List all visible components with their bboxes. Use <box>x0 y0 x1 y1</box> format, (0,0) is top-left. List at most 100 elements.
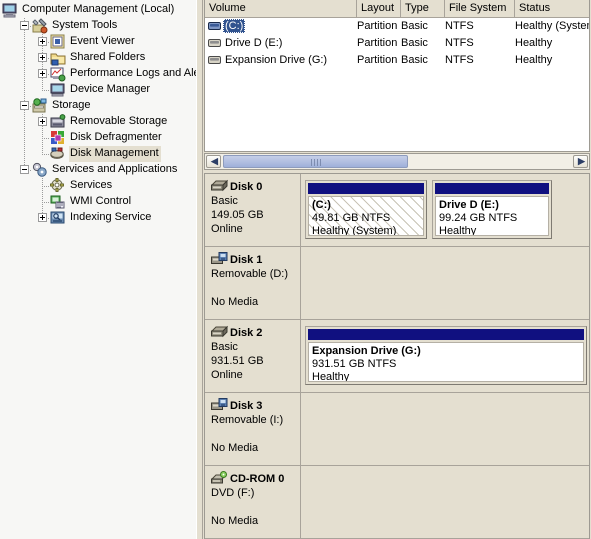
column-header-type[interactable]: Type <box>401 0 445 17</box>
disk-info[interactable]: Disk 1 Removable (D:) No Media <box>205 247 301 319</box>
disk-row[interactable]: CD-ROM 0 DVD (F:) No Media <box>205 466 589 539</box>
disk-title: CD-ROM 0 <box>211 471 300 486</box>
partition-body: (C:) 49.81 GB NTFS Healthy (System) <box>308 196 424 236</box>
disk-partition-area[interactable]: (C:) 49.81 GB NTFS Healthy (System) Drive D… <box>302 174 589 246</box>
tree-item-event-viewer[interactable]: Event Viewer <box>0 34 196 50</box>
tree-item-shared-folders[interactable]: Shared Folders <box>0 50 196 66</box>
disk-info[interactable]: Disk 2 Basic 931.51 GB Online <box>205 320 301 392</box>
partition-label: Expansion Drive (G:) <box>312 345 421 357</box>
disk-row[interactable]: Disk 1 Removable (D:) No Media <box>205 247 589 320</box>
partition-color-bar <box>308 329 584 340</box>
disk-line3: Online <box>211 223 243 235</box>
column-header-layout[interactable]: Layout <box>357 0 401 17</box>
disk-line3: Online <box>211 369 243 381</box>
chevron-left-icon: ◀ <box>211 156 218 166</box>
partition-block[interactable]: Drive D (E:) 99.24 GB NTFS Healthy <box>432 180 552 239</box>
partition-label: Drive D (E:) <box>439 199 499 211</box>
services-apps-icon <box>32 162 48 178</box>
disk-title: Disk 2 <box>211 325 300 340</box>
volume-list[interactable]: Volume Layout Type File System Status (C:) Pa… <box>204 0 590 152</box>
disk-name: CD-ROM 0 <box>230 473 285 485</box>
tree-expander-minus[interactable] <box>20 101 29 110</box>
partition-block[interactable]: (C:) 49.81 GB NTFS Healthy (System) <box>305 180 427 239</box>
tree-item-system-tools[interactable]: System Tools <box>0 18 196 34</box>
scroll-left-button[interactable]: ◀ <box>206 155 221 168</box>
disk-partition-area[interactable] <box>302 247 589 319</box>
disk-management-icon <box>50 146 66 162</box>
volume-type: Basic <box>401 37 428 49</box>
partition-status: Healthy <box>312 371 350 382</box>
tree-item-services[interactable]: Services <box>0 178 196 194</box>
volume-list-hscrollbar[interactable]: ◀ ▶ <box>204 153 590 170</box>
tree-item-services-and-applications[interactable]: Services and Applications <box>0 162 196 178</box>
partition-label: (C:) <box>312 199 331 211</box>
volume-type: Basic <box>401 20 428 32</box>
disk-line3: No Media <box>211 296 259 308</box>
tree-item-storage[interactable]: Storage <box>0 98 196 114</box>
tree-expander-plus[interactable] <box>38 213 47 222</box>
column-header-filesystem[interactable]: File System <box>445 0 515 17</box>
partition-size: 931.51 GB NTFS <box>312 358 397 370</box>
volume-row[interactable]: (C:) PartitionBasic NTFS Healthy (System) <box>205 18 589 35</box>
disk-line2-empty <box>211 427 300 441</box>
column-header-volume[interactable]: Volume <box>205 0 357 17</box>
tree-item-label: Device Manager <box>70 83 151 95</box>
volume-status: Healthy <box>515 54 553 66</box>
disk-defragmenter-icon <box>50 130 66 146</box>
volume-list-body[interactable]: (C:)PartitionBasicNTFSHealthy (System)Dr… <box>205 18 589 69</box>
volume-filesystem: NTFS <box>445 37 474 49</box>
console-tree-pane[interactable]: Computer Management (Local) System Tools E… <box>0 0 196 539</box>
tree-item-label: Storage <box>52 99 91 111</box>
disk-title: Disk 3 <box>211 398 300 413</box>
volume-name: Expansion Drive (G:) <box>225 54 328 66</box>
tree-expander-plus[interactable] <box>38 69 47 78</box>
disk-partition-area[interactable] <box>302 466 589 538</box>
volume-type: Basic <box>401 54 428 66</box>
disk-info[interactable]: Disk 0 Basic 149.05 GB Online <box>205 174 301 246</box>
volume-row[interactable]: Drive D (E:) Partition Basic NTFS Healthy <box>205 35 589 52</box>
tree-item-label: Services and Applications <box>52 163 178 175</box>
volume-row[interactable]: Expansion Drive (G:) Partition Basic NTFS He… <box>205 52 589 69</box>
graphical-disk-view[interactable]: Disk 0 Basic 149.05 GB Online (C:) 49.81 GB N… <box>204 173 590 539</box>
tree-item-device-manager[interactable]: Device Manager <box>0 82 196 98</box>
tree-item-removable-storage[interactable]: Removable Storage <box>0 114 196 130</box>
tree-item-label: Computer Management (Local) <box>22 3 175 15</box>
tree-expander-plus[interactable] <box>38 53 47 62</box>
tree-item-disk-management[interactable]: Disk Management <box>0 146 196 162</box>
disk-line2-empty <box>211 500 300 514</box>
partition-size: 99.24 GB NTFS <box>439 212 518 224</box>
partition-body: Expansion Drive (G:) 931.51 GB NTFS Health… <box>308 342 584 382</box>
disk-info[interactable]: CD-ROM 0 DVD (F:) No Media <box>205 466 301 538</box>
tree-item-performance-logs-and-alert[interactable]: Performance Logs and Alert: <box>0 66 196 82</box>
event-viewer-icon <box>50 34 66 50</box>
scroll-right-button[interactable]: ▶ <box>573 155 588 168</box>
scrollbar-thumb[interactable] <box>223 155 408 168</box>
pane-splitter[interactable] <box>196 0 203 539</box>
disk-row[interactable]: Disk 0 Basic 149.05 GB Online (C:) 49.81 GB N… <box>205 174 589 247</box>
disk-info[interactable]: Disk 3 Removable (I:) No Media <box>205 393 301 465</box>
tree-expander-plus[interactable] <box>38 117 47 126</box>
disk-title: Disk 1 <box>211 252 300 267</box>
tree-item-disk-defragmenter[interactable]: Disk Defragmenter <box>0 130 196 146</box>
column-header-status[interactable]: Status <box>515 0 589 17</box>
disk-line1: Removable (D:) <box>211 268 289 280</box>
tree-item-wmi-control[interactable]: WMI Control <box>0 194 196 210</box>
console-tree: Computer Management (Local) System Tools E… <box>0 2 196 226</box>
disk-row[interactable]: Disk 2 Basic 931.51 GB Online Expansion Driv… <box>205 320 589 393</box>
partition-block[interactable]: Expansion Drive (G:) 931.51 GB NTFS Health… <box>305 326 587 385</box>
disk-row[interactable]: Disk 3 Removable (I:) No Media <box>205 393 589 466</box>
tree-item-computer-management-local[interactable]: Computer Management (Local) <box>0 2 196 18</box>
volume-list-header[interactable]: Volume Layout Type File System Status <box>205 0 589 18</box>
partition-status: Healthy <box>439 225 477 236</box>
shared-folders-icon <box>50 50 66 66</box>
wmi-control-icon <box>50 194 66 210</box>
tree-expander-minus[interactable] <box>20 21 29 30</box>
disk-partition-area[interactable] <box>302 393 589 465</box>
system-tools-icon <box>32 18 48 34</box>
tree-item-indexing-service[interactable]: Indexing Service <box>0 210 196 226</box>
tree-expander-plus[interactable] <box>38 37 47 46</box>
tree-expander-minus[interactable] <box>20 165 29 174</box>
computer-icon <box>2 2 18 18</box>
removable-storage-icon <box>50 114 66 130</box>
disk-partition-area[interactable]: Expansion Drive (G:) 931.51 GB NTFS Health… <box>302 320 589 392</box>
